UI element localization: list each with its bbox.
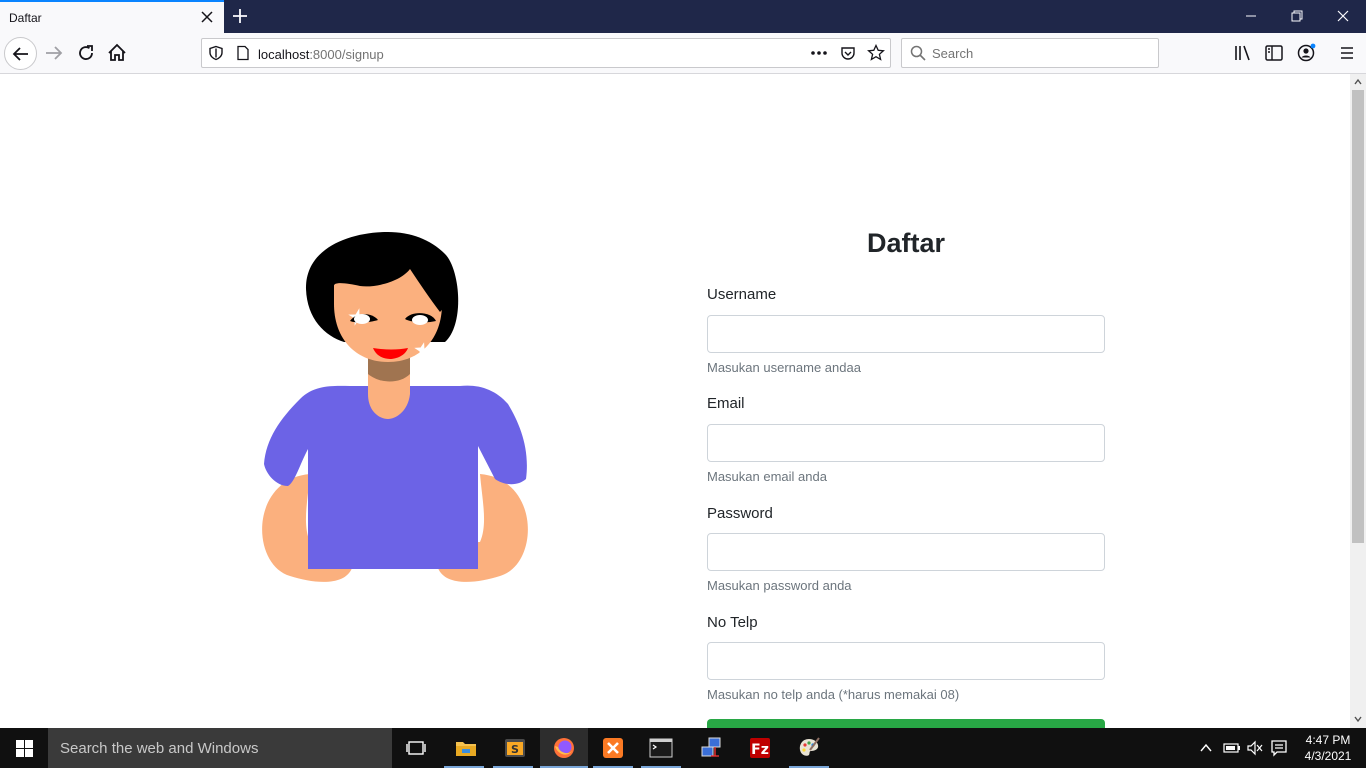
svg-text:S: S (511, 743, 519, 756)
reload-icon[interactable] (74, 41, 98, 65)
avatar-illustration (262, 232, 528, 582)
library-icon[interactable] (1231, 41, 1255, 65)
more-dots-icon[interactable] (810, 45, 828, 61)
taskbar-firefox-button[interactable] (540, 728, 588, 768)
home-icon[interactable] (105, 41, 129, 65)
terminal-icon[interactable] (649, 736, 673, 760)
hamburger-menu-icon[interactable] (1335, 41, 1359, 65)
clock-date: 4/3/2021 (1304, 749, 1352, 763)
scroll-down-icon[interactable] (1353, 714, 1363, 724)
page-scrollbar[interactable] (1350, 74, 1366, 728)
close-icon[interactable] (1335, 8, 1351, 24)
taskbar-search[interactable]: Search the web and Windows (48, 728, 392, 768)
close-icon[interactable] (198, 8, 216, 26)
task-view-icon[interactable] (404, 736, 428, 760)
url-path: :8000/signup (309, 47, 384, 62)
sublime-text-icon[interactable]: S (503, 736, 527, 760)
taskbar-clock[interactable]: 4:47 PM 4/3/2021 (1296, 732, 1360, 764)
chevron-up-icon[interactable] (1199, 741, 1213, 755)
phone-help: Masukan no telp anda (*harus memakai 08) (707, 687, 960, 702)
tab-title: Daftar (9, 11, 42, 25)
filezilla-icon[interactable]: Fz (748, 736, 772, 760)
username-input[interactable] (707, 315, 1105, 353)
paint-icon[interactable] (797, 736, 821, 760)
windows-start-icon[interactable] (16, 740, 33, 757)
browser-navbar: localhost:8000/signup (0, 33, 1366, 74)
url-bar[interactable]: localhost:8000/signup (201, 38, 891, 68)
username-help: Masukan username andaa (707, 360, 861, 375)
browser-tab[interactable]: Daftar (0, 0, 224, 33)
battery-icon[interactable] (1223, 740, 1241, 756)
submit-button[interactable] (707, 719, 1105, 728)
phone-label: No Telp (707, 614, 758, 631)
search-bar[interactable] (901, 38, 1159, 68)
form-title: Daftar (866, 228, 946, 258)
notification-icon[interactable] (1270, 739, 1288, 757)
search-icon (910, 45, 926, 61)
back-button[interactable] (4, 37, 37, 70)
shield-icon[interactable] (208, 45, 224, 61)
browser-titlebar: Daftar (0, 0, 1366, 33)
back-arrow-icon (12, 47, 28, 61)
scroll-up-icon[interactable] (1353, 77, 1363, 87)
network-icon[interactable] (699, 736, 723, 760)
forward-arrow-icon[interactable] (42, 41, 66, 65)
search-input[interactable] (932, 39, 1152, 67)
page-content: Daftar Username Masukan username andaa E… (0, 74, 1350, 728)
url-text: localhost:8000/signup (258, 47, 384, 62)
star-icon[interactable] (867, 44, 885, 62)
username-label: Username (707, 286, 777, 303)
volume-muted-icon[interactable] (1246, 740, 1264, 756)
clock-time: 4:47 PM (1305, 733, 1351, 747)
email-input[interactable] (707, 424, 1105, 462)
plus-icon[interactable] (230, 6, 250, 26)
phone-input[interactable] (707, 642, 1105, 680)
password-input[interactable] (707, 533, 1105, 571)
xampp-icon[interactable] (601, 736, 625, 760)
sidebar-icon[interactable] (1262, 41, 1286, 65)
email-help: Masukan email anda (707, 469, 827, 484)
minimize-icon[interactable] (1243, 8, 1259, 24)
url-host: localhost (258, 47, 310, 62)
page-icon[interactable] (235, 45, 251, 61)
pocket-icon[interactable] (840, 45, 856, 61)
email-label: Email (707, 395, 745, 412)
firefox-icon (554, 738, 574, 758)
password-help: Masukan password anda (707, 578, 852, 593)
windows-taskbar: Search the web and Windows S Fz 4:47 PM … (0, 728, 1366, 768)
account-icon[interactable] (1294, 41, 1318, 65)
password-label: Password (707, 505, 773, 522)
taskbar-search-placeholder: Search the web and Windows (60, 740, 259, 757)
scroll-thumb[interactable] (1352, 90, 1364, 543)
file-explorer-icon[interactable] (454, 736, 478, 760)
svg-text:Fz: Fz (751, 742, 769, 758)
restore-icon[interactable] (1289, 8, 1305, 24)
